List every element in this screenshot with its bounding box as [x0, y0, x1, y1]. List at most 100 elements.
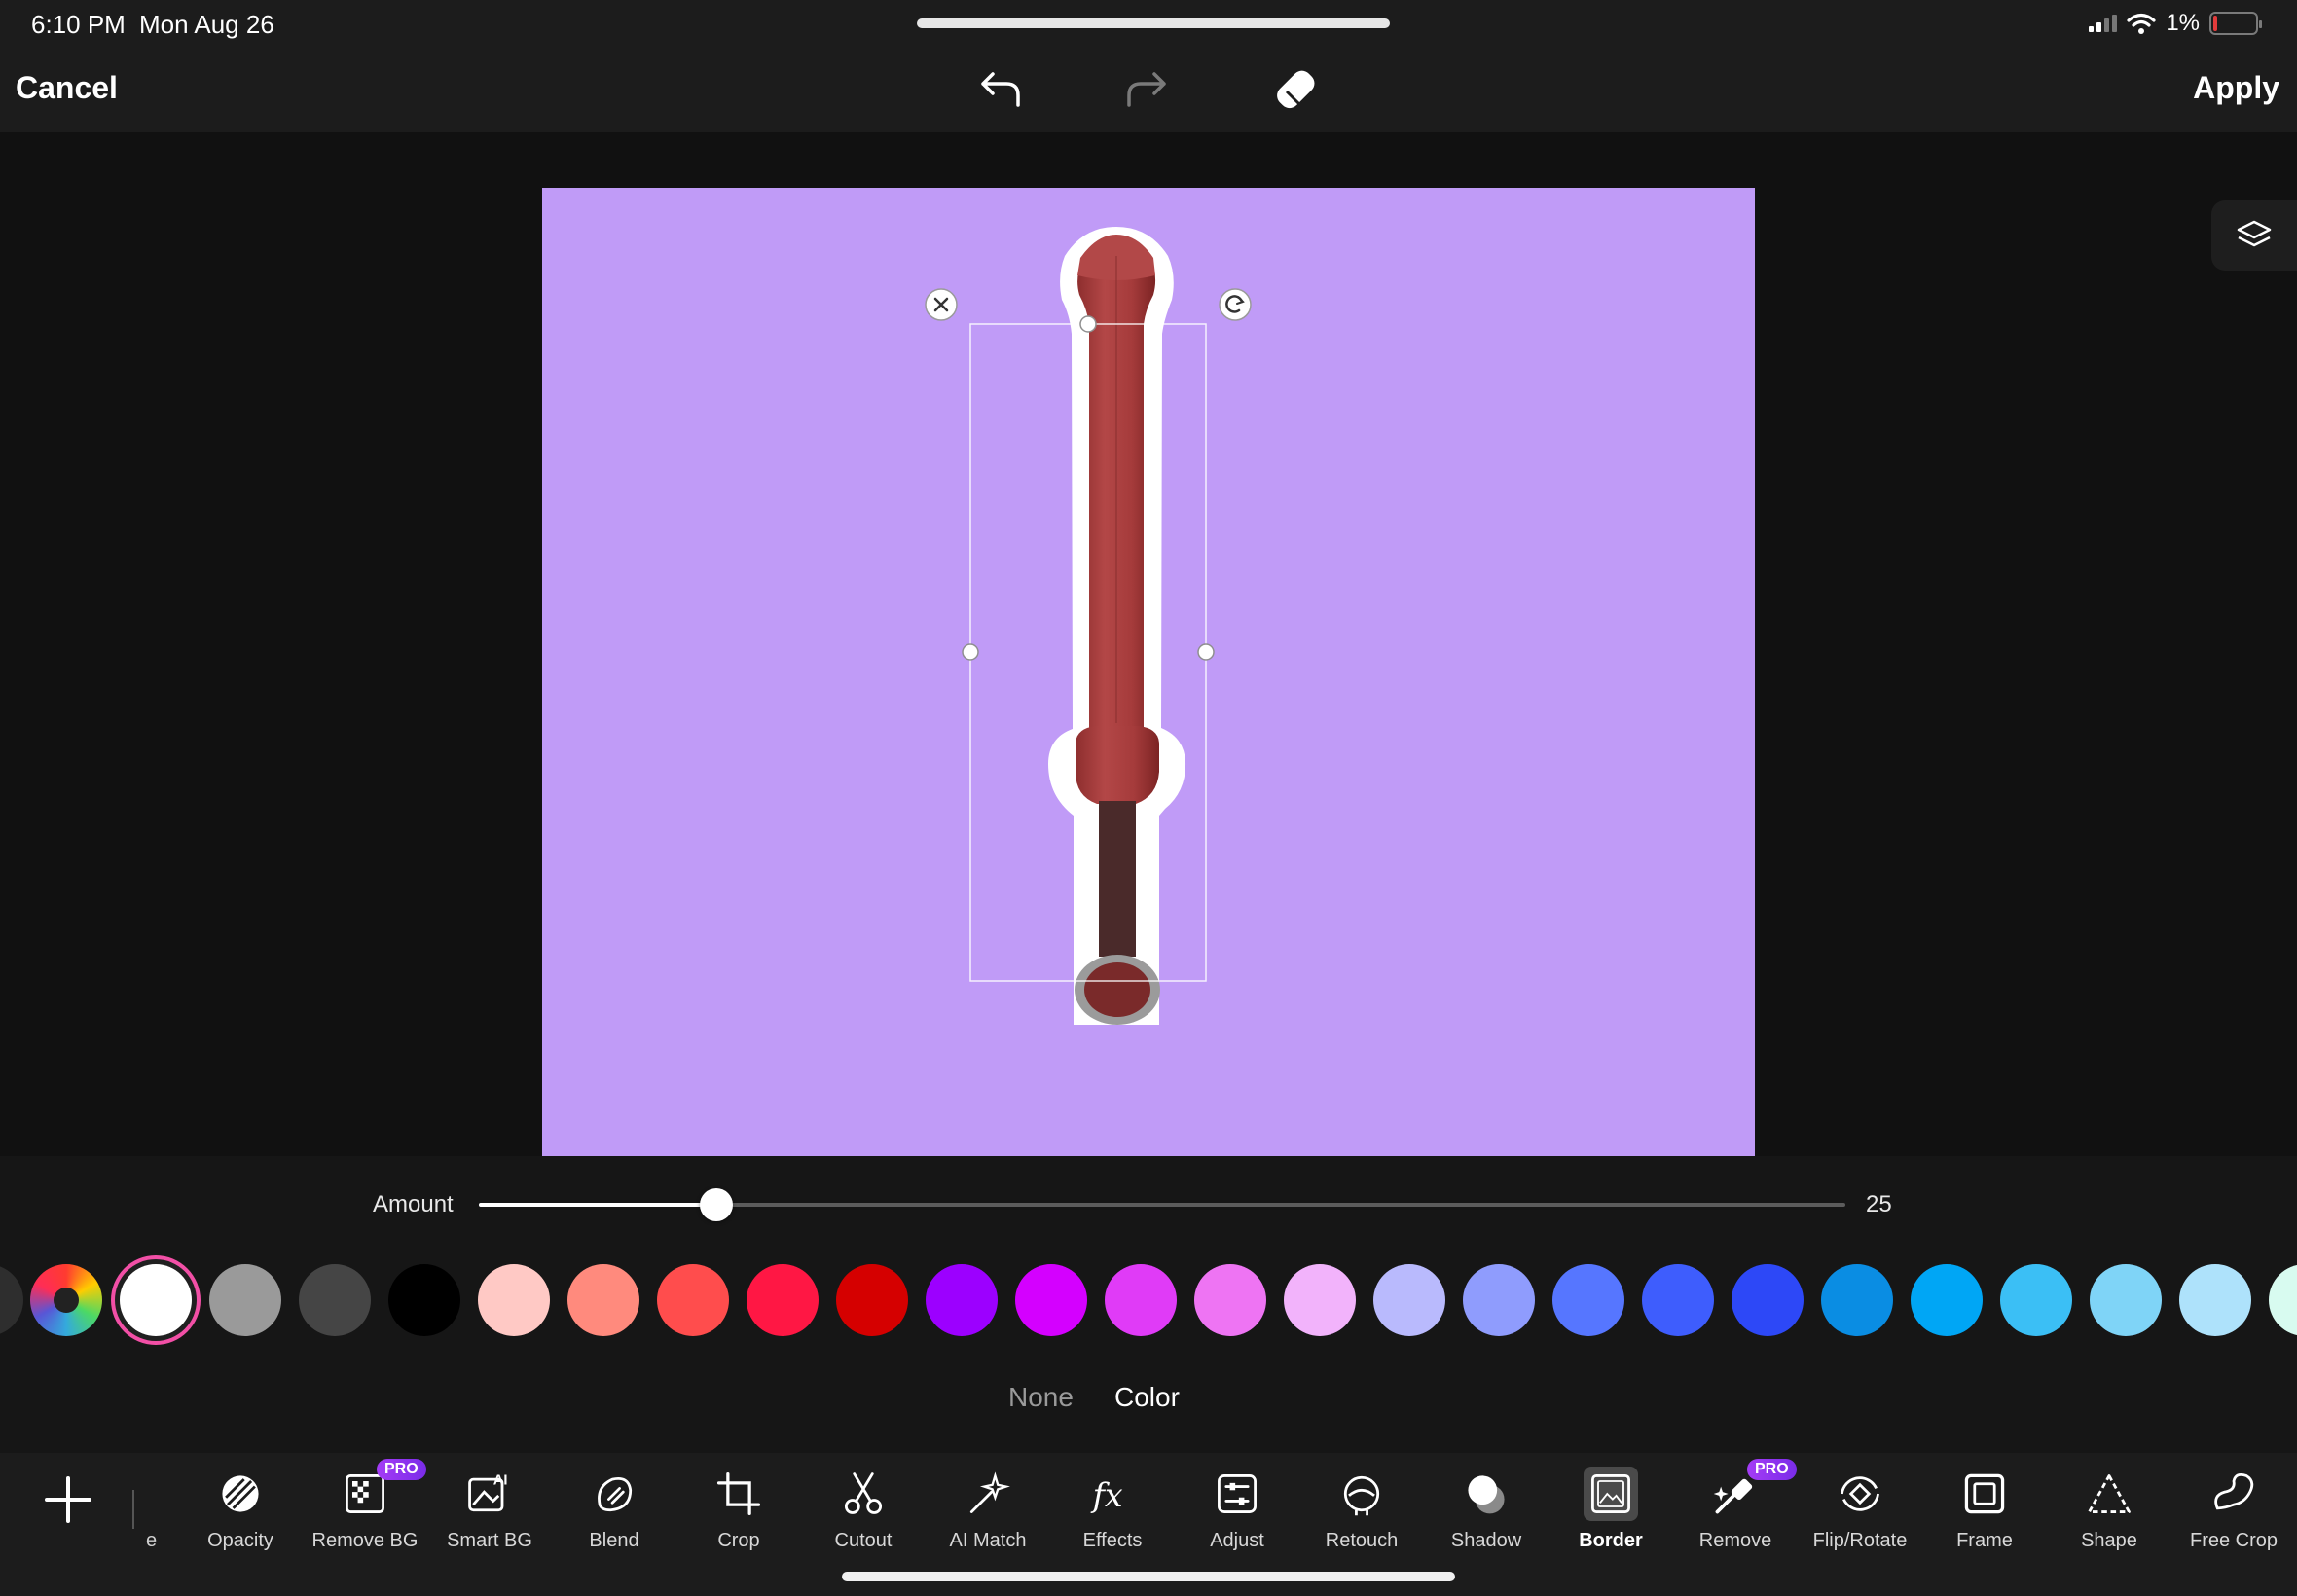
- toolbar-divider: [132, 1490, 134, 1529]
- amount-slider[interactable]: [479, 1188, 1845, 1221]
- battery-percentage: 1%: [2166, 10, 2200, 36]
- color-swatch[interactable]: [657, 1264, 729, 1336]
- color-swatch[interactable]: [2269, 1264, 2297, 1336]
- redo-icon[interactable]: [1119, 64, 1174, 119]
- partial-swatch[interactable]: [0, 1264, 23, 1336]
- color-swatch[interactable]: [478, 1264, 550, 1336]
- tool-shadow[interactable]: Shadow: [1426, 1467, 1547, 1564]
- tool-adjust[interactable]: Adjust: [1177, 1467, 1297, 1564]
- amount-slider-thumb[interactable]: [700, 1188, 734, 1221]
- border-mode-color[interactable]: Color: [1114, 1382, 1180, 1413]
- tool-label: Crop: [717, 1530, 760, 1551]
- pro-badge: PRO: [377, 1459, 426, 1480]
- wifi-icon: [2127, 13, 2156, 34]
- tool-blend[interactable]: Blend: [554, 1467, 675, 1564]
- color-swatch[interactable]: [2000, 1264, 2072, 1336]
- tool-label: Adjust: [1210, 1530, 1264, 1551]
- apply-button[interactable]: Apply: [2193, 70, 2279, 106]
- status-time: 6:10 PM: [31, 10, 126, 39]
- flip-rotate-icon: [1833, 1467, 1887, 1521]
- color-swatch[interactable]: [1642, 1264, 1714, 1336]
- color-swatch[interactable]: [1015, 1264, 1087, 1336]
- tool-crop[interactable]: Crop: [678, 1467, 799, 1564]
- ai-match-icon: [961, 1467, 1015, 1521]
- color-swatch[interactable]: [299, 1264, 371, 1336]
- tool-label: Remove BG: [311, 1530, 419, 1551]
- eraser-icon[interactable]: [1269, 64, 1324, 119]
- color-swatch[interactable]: [1821, 1264, 1893, 1336]
- tool-label: Effects: [1082, 1530, 1143, 1551]
- tool-opacity[interactable]: Opacity: [180, 1467, 301, 1564]
- color-swatch[interactable]: [836, 1264, 908, 1336]
- color-swatch[interactable]: [1552, 1264, 1624, 1336]
- canvas-area: [0, 132, 2297, 1156]
- add-icon[interactable]: [39, 1470, 97, 1529]
- color-swatch[interactable]: [926, 1264, 998, 1336]
- color-swatch[interactable]: [1373, 1264, 1445, 1336]
- color-swatch[interactable]: [2090, 1264, 2162, 1336]
- tool-label: Blend: [589, 1530, 639, 1551]
- free-crop-icon: [2206, 1467, 2261, 1521]
- color-swatch[interactable]: [2179, 1264, 2251, 1336]
- tool-label: Remove: [1698, 1530, 1772, 1551]
- color-swatch[interactable]: [1105, 1264, 1177, 1336]
- tool-flip-rotate[interactable]: Flip/Rotate: [1800, 1467, 1920, 1564]
- color-swatch[interactable]: [1732, 1264, 1804, 1336]
- color-swatch[interactable]: [1194, 1264, 1266, 1336]
- color-swatch[interactable]: [1911, 1264, 1983, 1336]
- border-icon: [1584, 1467, 1638, 1521]
- cancel-button[interactable]: Cancel: [16, 70, 118, 106]
- resize-handle-right: [1197, 643, 1215, 661]
- tool-effects[interactable]: fx Effects: [1052, 1467, 1173, 1564]
- shadow-icon: [1459, 1467, 1513, 1521]
- home-indicator[interactable]: [842, 1572, 1455, 1581]
- color-swatch[interactable]: [1463, 1264, 1535, 1336]
- color-picker-swatch[interactable]: [30, 1264, 102, 1336]
- layers-button[interactable]: [2211, 200, 2297, 271]
- tool-cutout[interactable]: Cutout: [803, 1467, 924, 1564]
- adjust-icon: [1210, 1467, 1264, 1521]
- tool-label: Shape: [2081, 1530, 2137, 1551]
- tool-border[interactable]: Border: [1550, 1467, 1671, 1564]
- tool-ai-match[interactable]: AI Match: [928, 1467, 1048, 1564]
- color-swatch[interactable]: [209, 1264, 281, 1336]
- image-canvas[interactable]: [542, 188, 1755, 1156]
- tool-free-crop[interactable]: Free Crop: [2173, 1467, 2294, 1564]
- tool-retouch[interactable]: Retouch: [1301, 1467, 1422, 1564]
- tool-label: Opacity: [207, 1530, 273, 1551]
- tool-label: Free Crop: [2189, 1530, 2279, 1551]
- tool-shape[interactable]: Shape: [2049, 1467, 2169, 1564]
- multitasking-handle[interactable]: [917, 18, 1390, 28]
- border-mode-none[interactable]: None: [1008, 1382, 1074, 1413]
- blend-icon: [587, 1467, 641, 1521]
- color-swatch[interactable]: [120, 1264, 192, 1336]
- svg-text:fx: fx: [1090, 1476, 1123, 1514]
- tool-label-partial[interactable]: e: [146, 1530, 157, 1552]
- editor-top-bar: Cancel Apply: [0, 47, 2297, 132]
- layers-icon: [2237, 220, 2272, 247]
- border-options-panel: Amount 25 None Color: [0, 1156, 2297, 1453]
- resize-handle-top: [1079, 315, 1097, 333]
- amount-slider-fill: [479, 1203, 717, 1207]
- frame-icon: [1957, 1467, 2012, 1521]
- rotate-layer-icon[interactable]: [1219, 288, 1252, 321]
- tool-label: Shadow: [1450, 1530, 1522, 1551]
- tool-smart-bg[interactable]: AI Smart BG: [429, 1467, 550, 1564]
- status-indicators: 1%: [2089, 10, 2262, 37]
- color-swatch[interactable]: [388, 1264, 460, 1336]
- color-swatch[interactable]: [1284, 1264, 1356, 1336]
- tool-label: Border: [1579, 1530, 1643, 1551]
- color-swatch[interactable]: [747, 1264, 819, 1336]
- delete-layer-icon[interactable]: [925, 288, 958, 321]
- tool-label: Frame: [1956, 1530, 2013, 1551]
- resize-handle-left: [962, 643, 979, 661]
- sticker-layer[interactable]: [542, 188, 1755, 1156]
- tool-remove[interactable]: PRO Remove: [1675, 1459, 1797, 1564]
- pro-badge: PRO: [1747, 1459, 1797, 1480]
- tool-frame[interactable]: Frame: [1924, 1467, 2045, 1564]
- undo-icon[interactable]: [973, 64, 1028, 119]
- color-swatch[interactable]: [567, 1264, 639, 1336]
- tool-label: Smart BG: [447, 1530, 532, 1551]
- tool-remove-bg[interactable]: PRO Remove BG: [305, 1459, 426, 1564]
- scissors-icon: [836, 1467, 891, 1521]
